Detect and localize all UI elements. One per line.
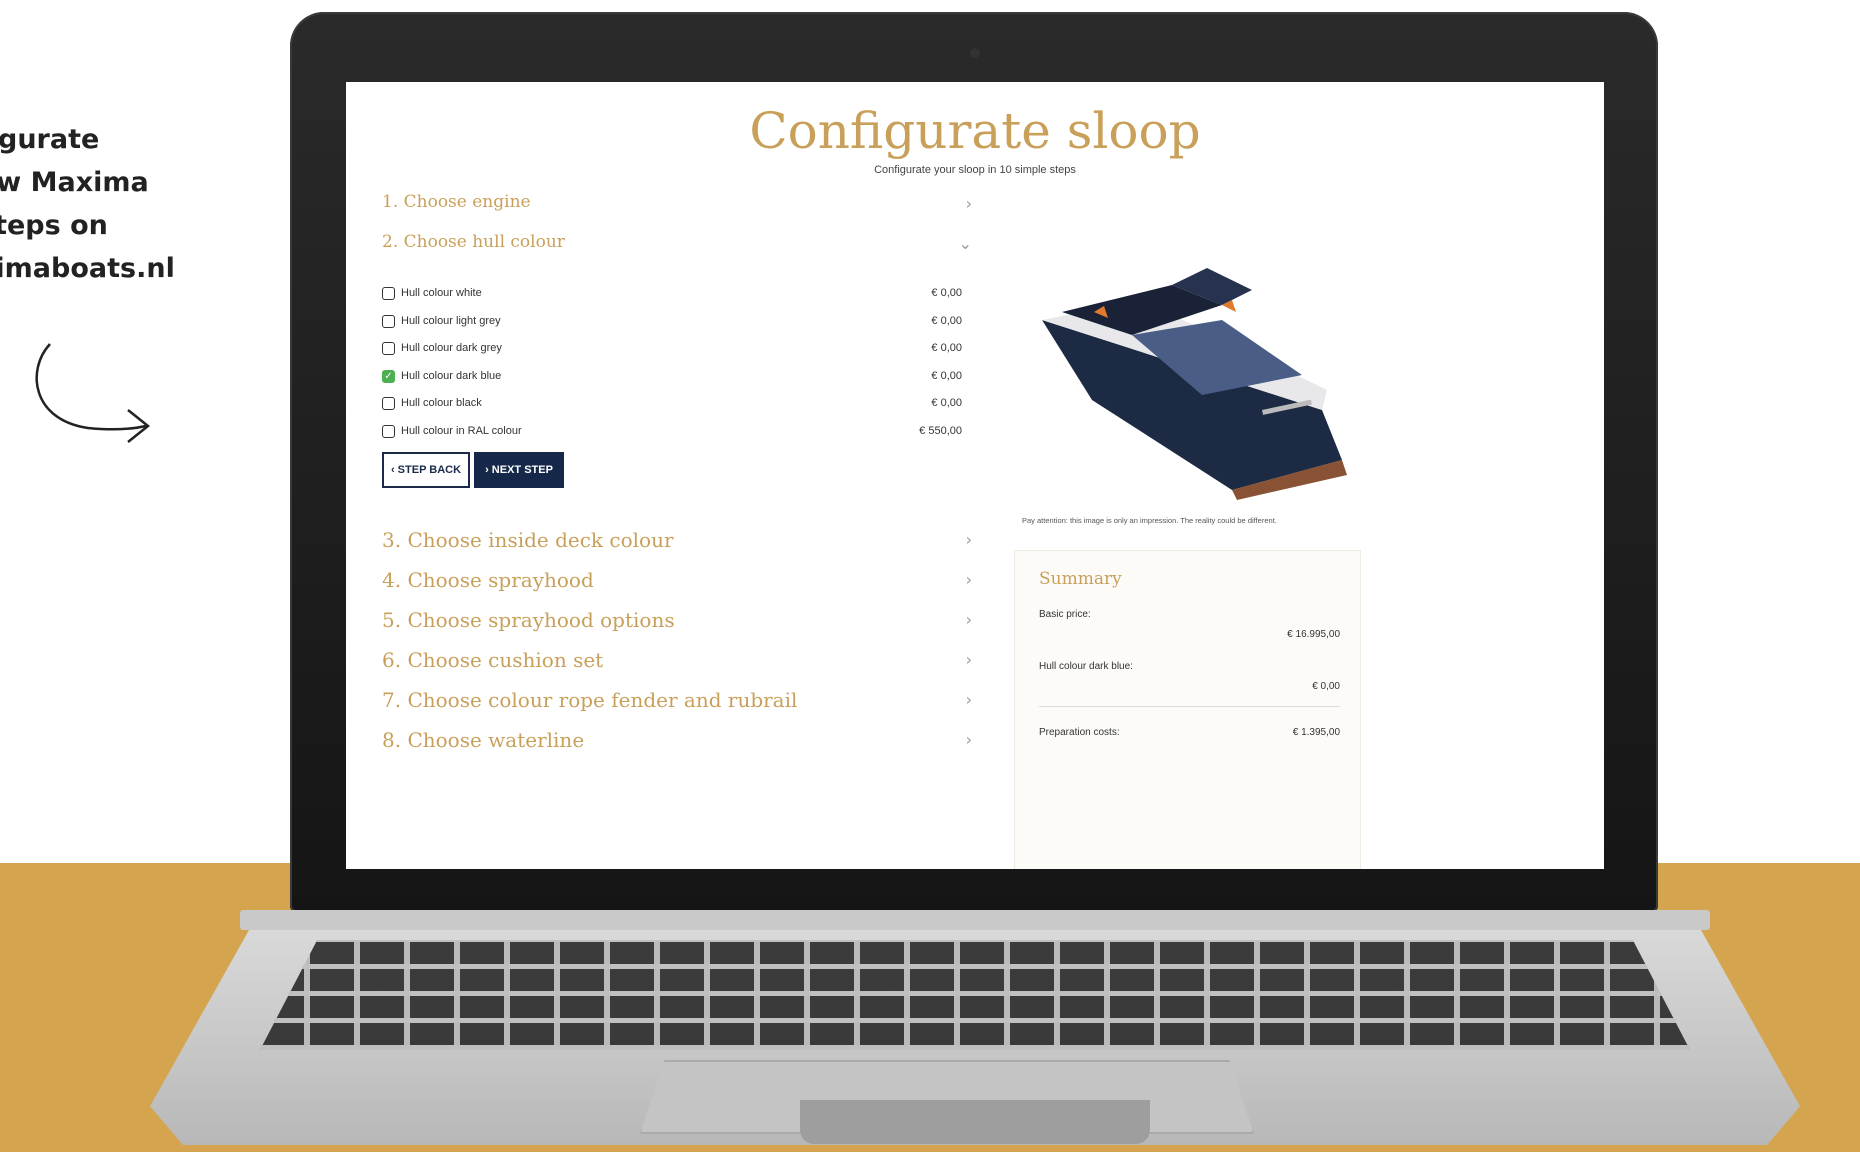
step-label: 4. Choose sprayhood xyxy=(382,568,594,592)
option-label: Hull colour in RAL colour xyxy=(401,425,522,437)
option-price: € 0,00 xyxy=(931,315,962,327)
option-price: € 0,00 xyxy=(931,287,962,299)
hull-option-dark-grey[interactable]: Hull colour dark grey € 0,00 xyxy=(382,337,962,359)
option-price: € 0,00 xyxy=(931,342,962,354)
promo-line-3: steps on xyxy=(0,210,108,241)
option-price: € 0,00 xyxy=(931,397,962,409)
step-label: 7. Choose colour rope fender and rubrail xyxy=(382,688,798,712)
step-engine[interactable]: 1. Choose engine › xyxy=(382,192,972,213)
option-label: Hull colour light grey xyxy=(401,315,501,327)
hull-option-white[interactable]: Hull colour white € 0,00 xyxy=(382,282,962,304)
summary-divider xyxy=(1039,706,1340,707)
chevron-down-icon: ⌄ xyxy=(958,234,972,253)
step-label: 5. Choose sprayhood options xyxy=(382,608,675,632)
promo-text: figurate ew Maxima steps on ximaboats.nl xyxy=(0,118,208,290)
option-label: Hull colour white xyxy=(401,287,482,299)
camera-icon xyxy=(970,48,980,58)
summary-prep-label: Preparation costs: xyxy=(1039,727,1120,738)
step-cushion-set[interactable]: 6. Choose cushion set › xyxy=(382,648,972,672)
checkbox[interactable] xyxy=(382,341,395,355)
summary-hull-label: Hull colour dark blue: xyxy=(1039,661,1133,672)
chevron-right-icon: › xyxy=(965,730,972,749)
chevron-right-icon: › xyxy=(965,690,972,709)
page-title: Configurate sloop xyxy=(749,102,1201,160)
summary-panel: Summary Basic price: € 16.995,00 Hull co… xyxy=(1014,550,1361,869)
summary-basic-value: € 16.995,00 xyxy=(1287,629,1340,640)
hull-option-ral[interactable]: Hull colour in RAL colour € 550,00 xyxy=(382,420,962,442)
step-back-button[interactable]: ‹ STEP BACK xyxy=(382,452,470,488)
curved-arrow-icon xyxy=(35,343,151,443)
hull-option-dark-blue[interactable]: ✓ Hull colour dark blue € 0,00 xyxy=(382,365,962,387)
chevron-right-icon: › xyxy=(965,610,972,629)
step-label: 6. Choose cushion set xyxy=(382,648,604,672)
hull-option-black[interactable]: Hull colour black € 0,00 xyxy=(382,392,962,414)
chevron-right-icon: › xyxy=(965,530,972,549)
image-disclaimer: Pay attention: this image is only an imp… xyxy=(1022,516,1277,525)
option-price: € 0,00 xyxy=(931,370,962,382)
option-label: Hull colour black xyxy=(401,397,482,409)
step-hull-colour[interactable]: 2. Choose hull colour ⌄ xyxy=(382,232,972,253)
promo-line-4: ximaboats.nl xyxy=(0,253,175,284)
option-label: Hull colour dark blue xyxy=(401,370,502,382)
hull-option-light-grey[interactable]: Hull colour light grey € 0,00 xyxy=(382,310,962,332)
checkbox-checked[interactable]: ✓ xyxy=(382,369,395,383)
summary-basic-label: Basic price: xyxy=(1039,609,1091,620)
summary-title: Summary xyxy=(1039,569,1122,589)
chevron-right-icon: › xyxy=(965,570,972,589)
next-step-button[interactable]: › NEXT STEP xyxy=(474,452,564,488)
keyboard-rows xyxy=(260,940,1690,1050)
option-price: € 550,00 xyxy=(919,425,962,437)
step-label: 1. Choose engine xyxy=(382,192,531,212)
step-label: 2. Choose hull colour xyxy=(382,232,565,252)
checkbox[interactable] xyxy=(382,286,395,300)
checkbox[interactable] xyxy=(382,424,395,438)
laptop-hinge xyxy=(240,910,1710,930)
laptop-notch xyxy=(800,1100,1150,1144)
laptop-bezel: Configurate sloop Configurate your sloop… xyxy=(290,12,1658,912)
step-label: 8. Choose waterline xyxy=(382,728,585,752)
page-subtitle: Configurate your sloop in 10 simple step… xyxy=(874,164,1076,176)
step-inside-deck-colour[interactable]: 3. Choose inside deck colour › xyxy=(382,528,972,552)
step-waterline[interactable]: 8. Choose waterline › xyxy=(382,728,972,752)
step-rope-fender[interactable]: 7. Choose colour rope fender and rubrail… xyxy=(382,688,972,712)
chevron-right-icon: › xyxy=(965,194,972,213)
step-sprayhood[interactable]: 4. Choose sprayhood › xyxy=(382,568,972,592)
option-label: Hull colour dark grey xyxy=(401,342,502,354)
chevron-right-icon: › xyxy=(965,650,972,669)
promo-line-1: figurate xyxy=(0,124,100,155)
boat-image xyxy=(1042,268,1347,500)
laptop-screen: Configurate sloop Configurate your sloop… xyxy=(346,82,1604,869)
summary-prep-row: Preparation costs: € 1.395,00 xyxy=(1039,727,1340,738)
promo-line-2: ew Maxima xyxy=(0,167,149,198)
checkbox[interactable] xyxy=(382,314,395,328)
checkbox[interactable] xyxy=(382,396,395,410)
step-label: 3. Choose inside deck colour xyxy=(382,528,674,552)
step-sprayhood-options[interactable]: 5. Choose sprayhood options › xyxy=(382,608,972,632)
summary-hull-value: € 0,00 xyxy=(1312,681,1340,692)
summary-prep-value: € 1.395,00 xyxy=(1292,727,1340,738)
